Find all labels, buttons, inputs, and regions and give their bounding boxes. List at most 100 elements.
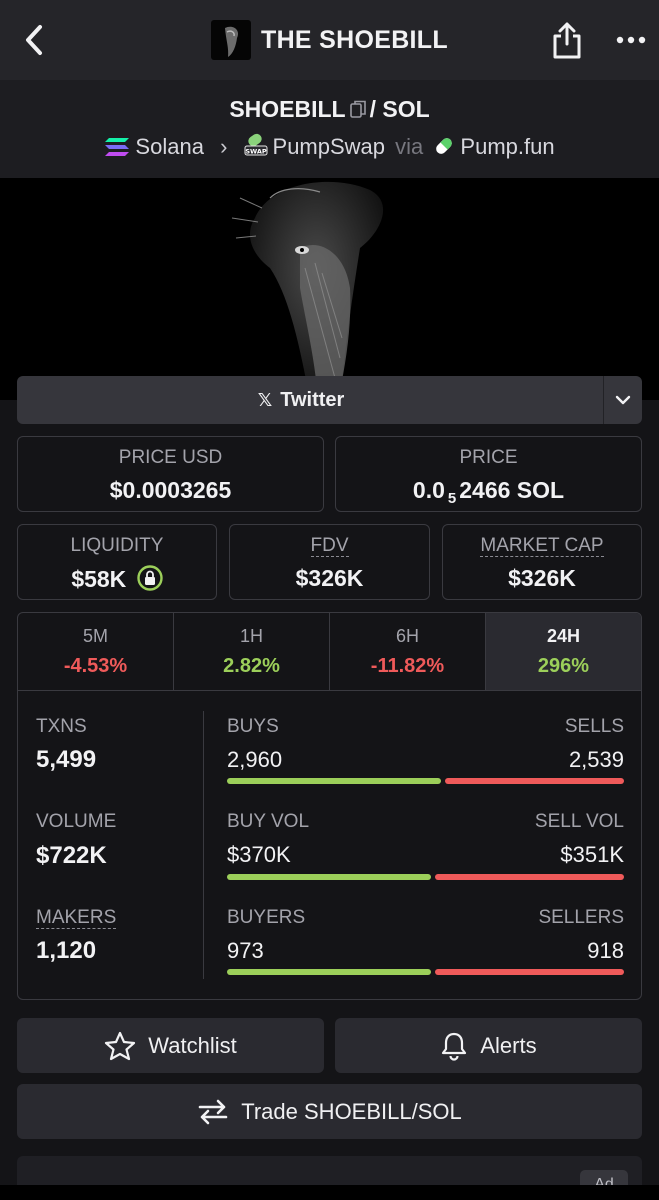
fdv-label[interactable]: FDV	[310, 535, 349, 557]
liquidity-value: $58K	[18, 565, 216, 593]
watchlist-button[interactable]: Watchlist	[17, 1018, 324, 1073]
swap-arrows-icon	[198, 1099, 228, 1124]
watchlist-label: Watchlist	[148, 1032, 237, 1058]
token-header: THE SHOEBILL	[211, 20, 448, 60]
mcap-label[interactable]: MARKET CAP	[480, 535, 604, 557]
lock-icon[interactable]	[136, 565, 163, 591]
socials-dropdown-button[interactable]	[604, 376, 642, 424]
price-sol-value: 0.0 5 2466 SOL	[336, 477, 641, 507]
stats-panel: 5M -4.53% 1H 2.82% 6H -11.82% 24H 296% T…	[17, 612, 642, 1000]
mcap-value: $326K	[508, 565, 576, 591]
price-label: PRICE	[459, 447, 518, 468]
tab-label: 1H	[239, 626, 263, 646]
buyers-value: 973	[227, 938, 264, 963]
chain-link[interactable]: Solana	[135, 134, 204, 159]
sells-label: SELLS	[564, 716, 624, 737]
volume-value: $722K	[36, 842, 107, 869]
price-sol-digits: 2466 SOL	[459, 477, 565, 503]
fdv-card: FDV $326K	[229, 524, 430, 600]
share-icon	[553, 22, 581, 59]
alerts-button[interactable]: Alerts	[335, 1018, 642, 1073]
price-sol-prefix: 0.0	[412, 477, 445, 503]
tab-label: 5M	[82, 626, 108, 646]
buyers-bar	[227, 969, 431, 975]
trade-label: Trade SHOEBILL/SOL	[241, 1098, 462, 1124]
price-usd-value: $0.0003265	[109, 477, 232, 503]
pumpswap-icon: SWAP	[244, 133, 268, 163]
sells-value: 2,539	[568, 747, 624, 772]
bell-icon	[442, 1032, 467, 1061]
sellers-value: 918	[587, 938, 624, 963]
pill-icon	[433, 135, 455, 163]
svg-text:SWAP: SWAP	[245, 148, 267, 156]
pair-info: SHOEBILL / SOL Solana › SWAP PumpSwap via …	[0, 80, 659, 178]
page-title: THE SHOEBILL	[261, 25, 448, 54]
back-button[interactable]	[18, 22, 50, 58]
liquidity-card: LIQUIDITY $58K	[17, 524, 217, 600]
liquidity-label: LIQUIDITY	[70, 535, 164, 556]
tab-label: 6H	[395, 626, 419, 646]
makers-label[interactable]: MAKERS	[36, 907, 117, 929]
sell-vol-value: $351K	[560, 842, 624, 867]
divider	[203, 711, 204, 979]
tab-5m[interactable]: 5M -4.53%	[18, 613, 174, 690]
volume-label: VOLUME	[36, 811, 117, 832]
twitter-label: Twitter	[280, 388, 345, 411]
fdv-value: $326K	[295, 565, 364, 591]
token-avatar	[211, 20, 251, 60]
x-logo-icon: 𝕏	[257, 389, 273, 410]
liquidity-amount: $58K	[71, 566, 127, 592]
more-button[interactable]	[614, 30, 648, 50]
sellers-label: SELLERS	[538, 907, 624, 928]
buys-bar	[227, 778, 441, 784]
tab-change: -11.82%	[370, 655, 445, 677]
tab-change: 296%	[537, 655, 590, 677]
price-usd-label: PRICE USD	[118, 447, 223, 468]
price-sol-card: PRICE 0.0 5 2466 SOL	[335, 436, 642, 512]
copy-icon	[349, 100, 366, 118]
socials-bar: 𝕏 Twitter	[17, 376, 642, 424]
timeframe-tabs: 5M -4.53% 1H 2.82% 6H -11.82% 24H 296%	[18, 613, 641, 691]
bottom-edge	[0, 1185, 659, 1200]
via-label: via	[395, 134, 424, 159]
tab-6h[interactable]: 6H -11.82%	[330, 613, 486, 690]
alerts-label: Alerts	[480, 1032, 537, 1058]
share-button[interactable]	[550, 20, 584, 60]
sell-vol-bar	[435, 874, 624, 880]
pair-title: SHOEBILL / SOL	[0, 96, 659, 124]
trade-button[interactable]: Trade SHOEBILL/SOL	[17, 1084, 642, 1139]
tab-change: 2.82%	[223, 655, 280, 677]
buy-vol-value: $370K	[227, 842, 291, 867]
mcap-label-wrap: MARKET CAP	[443, 535, 641, 557]
pair-separator: /	[369, 96, 376, 122]
chevron-down-icon	[615, 395, 631, 405]
sell-vol-label: SELL VOL	[534, 811, 624, 832]
tab-change: -4.53%	[63, 655, 128, 677]
token-banner-image	[0, 178, 659, 400]
buys-value: 2,960	[227, 747, 283, 772]
base-symbol: SHOEBILL	[229, 96, 346, 122]
twitter-button[interactable]: 𝕏 Twitter	[17, 376, 585, 424]
tab-label: 24H	[546, 626, 581, 646]
makers-label-wrap: MAKERS	[36, 907, 117, 929]
txns-value: 5,499	[36, 746, 97, 773]
chevron-left-icon	[26, 25, 42, 55]
quote-symbol: SOL	[382, 96, 430, 122]
star-icon	[105, 1031, 136, 1060]
price-usd-card: PRICE USD $0.0003265	[17, 436, 324, 512]
tab-1h[interactable]: 1H 2.82%	[174, 613, 330, 690]
chain-breadcrumb: Solana › SWAP PumpSwap via Pump.fun	[0, 133, 659, 163]
makers-value: 1,120	[36, 937, 97, 964]
txns-label: TXNS	[36, 716, 87, 737]
more-horizontal-icon	[616, 36, 646, 44]
copy-button[interactable]	[349, 97, 366, 124]
launchpad-link[interactable]: Pump.fun	[460, 134, 554, 159]
sellers-bar	[435, 969, 624, 975]
buy-vol-bar	[227, 874, 431, 880]
buyers-label: BUYERS	[227, 907, 306, 928]
dex-link[interactable]: PumpSwap	[273, 134, 386, 159]
tab-24h[interactable]: 24H 296%	[486, 613, 641, 690]
chevron-right-icon: ›	[220, 134, 228, 159]
top-bar: THE SHOEBILL	[0, 0, 659, 80]
solana-icon	[104, 137, 130, 163]
